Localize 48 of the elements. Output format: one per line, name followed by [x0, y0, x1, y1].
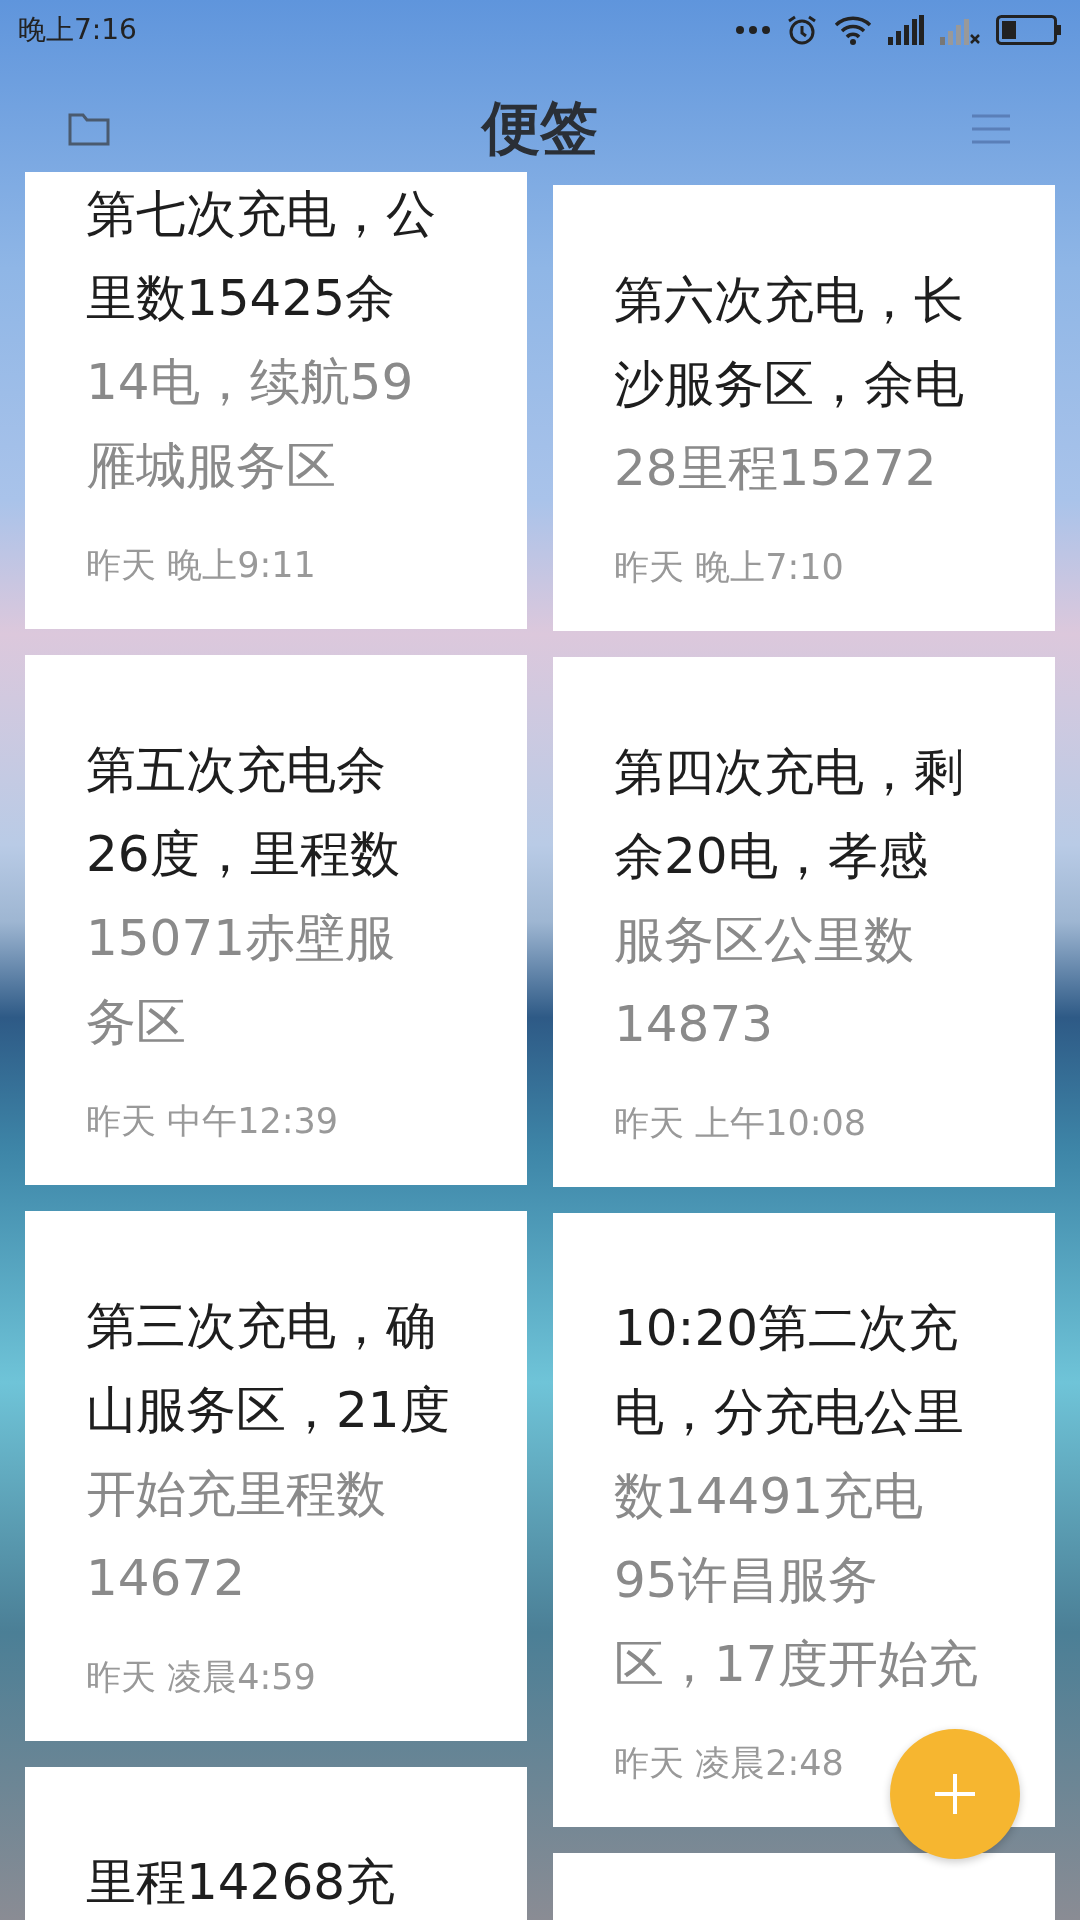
- note-card[interactable]: 第六次充电，长 沙服务区，余电 28里程15272 昨天 晚上7:10: [553, 185, 1055, 631]
- note-body-line: 数14491充电: [614, 1467, 924, 1525]
- note-title-line: 里程14268充: [86, 1853, 396, 1911]
- alarm-icon: [786, 14, 818, 46]
- note-title-line: 里数15425余: [86, 269, 396, 327]
- note-date: 昨天 上午10:08: [614, 1103, 866, 1143]
- note-date: 昨天 凌晨4:59: [86, 1657, 316, 1697]
- folder-icon[interactable]: [68, 112, 110, 146]
- plus-icon: [933, 1772, 977, 1816]
- note-body-line: 区，17度开始充: [614, 1635, 978, 1693]
- note-card[interactable]: 第七次充电，公 里数15425余 14电，续航59 雁城服务区 昨天 晚上9:11: [25, 172, 527, 629]
- note-date: 昨天 中午12:39: [86, 1101, 338, 1141]
- signal-icon: [888, 15, 924, 45]
- note-title-line: 26度，里程数: [86, 825, 400, 883]
- status-time: 晚上7:16: [18, 12, 137, 48]
- note-body-line: 95许昌服务: [614, 1551, 878, 1609]
- note-body-line: 14672: [86, 1549, 246, 1607]
- note-title-line: 电，分充电公里: [614, 1383, 964, 1441]
- wifi-icon: [834, 15, 872, 45]
- note-card[interactable]: 第三次充电，确 山服务区，21度 开始充里程数 14672 昨天 凌晨4:59: [25, 1211, 527, 1741]
- note-date: 昨天 晚上9:11: [86, 545, 316, 585]
- note-body-line: 14873: [614, 995, 774, 1053]
- app-title: 便签: [482, 93, 598, 164]
- note-title-line: 第五次充电余: [86, 741, 386, 799]
- note-card[interactable]: 里程14268充: [25, 1767, 527, 1920]
- note-date: 昨天 凌晨2:48: [614, 1743, 844, 1783]
- note-card[interactable]: 第四次充电，剩 余20电，孝感 服务区公里数 14873 昨天 上午10:08: [553, 657, 1055, 1187]
- note-title-line: 沙服务区，余电: [614, 355, 964, 413]
- note-body-line: 15071赤壁服: [86, 909, 396, 967]
- note-title-line: 第六次充电，长: [614, 271, 964, 329]
- note-title-line: 第四次充电，剩: [614, 743, 964, 801]
- menu-icon[interactable]: [970, 113, 1012, 145]
- note-title-line: 余20电，孝感: [614, 827, 928, 885]
- more-dots-icon: [736, 26, 770, 34]
- note-body-line: 28里程15272: [614, 439, 937, 497]
- note-title-line: 10:20第二次充: [614, 1299, 959, 1357]
- note-body-line: 务区: [86, 993, 186, 1051]
- note-body-line: 服务区公里数: [614, 911, 914, 969]
- note-body-line: 开始充里程数: [86, 1465, 386, 1523]
- note-card[interactable]: 10:20第二次充 电，分充电公里 数14491充电 95许昌服务 区，17度开始充 昨天 凌晨2:48: [553, 1213, 1055, 1827]
- note-title-line: 第三次充电，确: [86, 1297, 436, 1355]
- note-date: 昨天 晚上7:10: [614, 547, 844, 587]
- battery-icon: [996, 15, 1062, 45]
- note-title-line: 山服务区，21度: [86, 1381, 450, 1439]
- note-title-line: 第七次充电，公: [86, 185, 436, 243]
- note-body-line: 雁城服务区: [86, 437, 336, 495]
- note-card[interactable]: 第五次充电余 26度，里程数 15071赤壁服 务区 昨天 中午12:39: [25, 655, 527, 1185]
- note-body-line: 14电，续航59: [86, 353, 414, 411]
